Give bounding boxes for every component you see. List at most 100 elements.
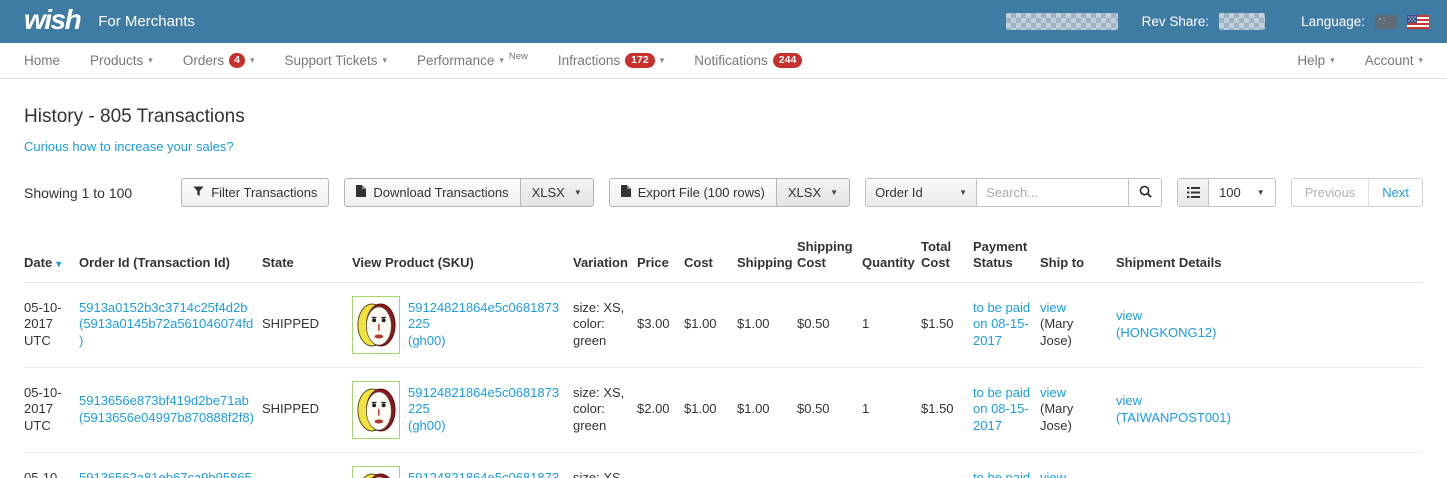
- nav-item-support-tickets[interactable]: Support Tickets▾: [284, 52, 387, 70]
- cell-order-id: 5913a0152b3c3714c25f4d2b (5913a0145b72a5…: [79, 282, 262, 367]
- order-id-link[interactable]: 5913656e873bf419d2be71ab: [79, 393, 254, 410]
- shipment-provider-link[interactable]: (TAIWANPOST001): [1116, 410, 1415, 427]
- filter-icon: [193, 185, 204, 200]
- rev-share-label: Rev Share:: [1142, 14, 1210, 29]
- chevron-down-icon: ▼: [574, 188, 582, 197]
- page-size-select[interactable]: 100 ▼: [1209, 179, 1275, 206]
- nav-item-account[interactable]: Account▾: [1365, 52, 1423, 70]
- cell-ship-to: view (Mary Jose): [1040, 452, 1116, 478]
- usa-flag-icon[interactable]: [1407, 15, 1429, 29]
- main-nav: HomeProducts▾Orders4▾Support Tickets▾Per…: [0, 43, 1447, 79]
- transaction-id-link[interactable]: (5913a0145b72a561046074fd): [79, 316, 254, 349]
- cell-price: $3.00: [637, 282, 684, 367]
- product-thumbnail[interactable]: [352, 296, 400, 354]
- ship-to-name: (Mary Jose): [1040, 401, 1108, 434]
- column-header[interactable]: Date▾: [24, 235, 79, 282]
- transaction-id-link[interactable]: (5913656e04997b870888f2f8): [79, 410, 254, 427]
- order-id-link[interactable]: 5913a0152b3c3714c25f4d2b: [79, 300, 254, 317]
- search-field-select[interactable]: Order Id ▼: [865, 178, 977, 207]
- next-page-button[interactable]: Next: [1368, 179, 1422, 206]
- payment-status-link[interactable]: to be paid on 08-15-2017: [973, 385, 1030, 433]
- product-thumbnail[interactable]: [352, 466, 400, 478]
- shipment-view-link[interactable]: view: [1116, 308, 1415, 325]
- ship-to-view-link[interactable]: view: [1040, 385, 1108, 402]
- cell-shipment-details: view (TAIWANUSAPI): [1116, 452, 1423, 478]
- previous-page-button[interactable]: Previous: [1292, 179, 1369, 206]
- order-id-link[interactable]: 59136562a81eb67ca9b95865: [79, 470, 254, 478]
- chevron-down-icon: ▾: [1418, 55, 1423, 66]
- column-header: Ship to: [1040, 235, 1116, 282]
- cell-cost: $1.00: [684, 452, 737, 478]
- transactions-table: Date▾Order Id (Transaction Id)StateView …: [24, 235, 1423, 478]
- topbar-right: Rev Share: Language:: [1006, 13, 1429, 30]
- chevron-down-icon: ▾: [499, 55, 504, 66]
- download-group: Download Transactions XLSX ▼: [344, 178, 593, 207]
- file-icon: [621, 185, 631, 200]
- top-bar: wish For Merchants Rev Share: Language:: [0, 0, 1447, 43]
- cell-shipping: $1.00: [737, 282, 797, 367]
- increase-sales-link[interactable]: Curious how to increase your sales?: [24, 139, 234, 154]
- sku-link[interactable]: 59124821864e5c0681873225: [408, 470, 565, 478]
- chevron-down-icon: ▾: [250, 55, 255, 66]
- export-button-label: Export File (100 rows): [638, 185, 765, 200]
- nav-item-infractions[interactable]: Infractions172▾: [558, 52, 664, 70]
- payment-status-link[interactable]: to be paid on 08-15-2017: [973, 300, 1030, 348]
- cell-quantity: 1: [862, 282, 921, 367]
- cell-cost: $1.00: [684, 367, 737, 452]
- showing-count: Showing 1 to 100: [24, 185, 132, 201]
- sku-variant-link[interactable]: (gh00): [408, 418, 565, 435]
- page-size-group: 100 ▼: [1177, 178, 1276, 207]
- nav-left: HomeProducts▾Orders4▾Support Tickets▾Per…: [24, 52, 832, 70]
- notification-badge: 4: [229, 53, 245, 69]
- download-format-select[interactable]: XLSX ▼: [521, 178, 594, 207]
- chevron-down-icon: ▼: [959, 188, 967, 197]
- column-header: Payment Status: [973, 235, 1040, 282]
- notification-badge: 244: [773, 53, 803, 69]
- nav-item-label: Products: [90, 52, 143, 70]
- transactions-body: 05-10-2017 UTC 5913a0152b3c3714c25f4d2b …: [24, 282, 1423, 478]
- cell-variation: size: XS, color: green: [573, 282, 637, 367]
- product-thumbnail[interactable]: [352, 381, 400, 439]
- nav-item-home[interactable]: Home: [24, 52, 60, 70]
- cell-quantity: 1: [862, 367, 921, 452]
- nav-item-products[interactable]: Products▾: [90, 52, 153, 70]
- sku-variant-link[interactable]: (gh00): [408, 333, 565, 350]
- nav-item-orders[interactable]: Orders4▾: [183, 52, 255, 70]
- language-label: Language:: [1301, 14, 1365, 29]
- china-flag-icon[interactable]: [1375, 15, 1397, 29]
- cell-order-id: 59136562a81eb67ca9b95865 (5913656263772d…: [79, 452, 262, 478]
- column-header: Quantity: [862, 235, 921, 282]
- shipment-view-link[interactable]: view: [1116, 393, 1415, 410]
- export-file-button[interactable]: Export File (100 rows): [609, 178, 777, 207]
- column-header: Total Cost: [921, 235, 973, 282]
- cell-shipping-cost: $0.50: [797, 367, 862, 452]
- sku-link[interactable]: 59124821864e5c0681873225: [408, 300, 565, 333]
- cell-variation: size: XS, color: green: [573, 452, 637, 478]
- cell-price: $2.00: [637, 367, 684, 452]
- payment-status-link[interactable]: to be paid on 08-15-2017: [973, 470, 1030, 478]
- nav-item-label: Notifications: [694, 52, 768, 70]
- wish-logo[interactable]: wish: [24, 6, 80, 34]
- cell-state: SHIPPED: [262, 452, 352, 478]
- search-input[interactable]: [977, 178, 1129, 207]
- download-button-label: Download Transactions: [373, 185, 508, 200]
- export-format-select[interactable]: XLSX ▼: [777, 178, 850, 207]
- nav-item-help[interactable]: Help▾: [1297, 52, 1334, 70]
- cell-product: 59124821864e5c0681873225 (gh00): [352, 452, 573, 478]
- search-button[interactable]: [1129, 178, 1162, 207]
- shipment-provider-link[interactable]: (HONGKONG12): [1116, 325, 1415, 342]
- ship-to-view-link[interactable]: view: [1040, 300, 1108, 317]
- download-transactions-button[interactable]: Download Transactions: [344, 178, 520, 207]
- sku-link[interactable]: 59124821864e5c0681873225: [408, 385, 565, 418]
- cell-shipping-cost: $0.50: [797, 282, 862, 367]
- chevron-down-icon: ▾: [383, 55, 388, 66]
- cell-product: 59124821864e5c0681873225 (gh00): [352, 367, 573, 452]
- list-icon[interactable]: [1178, 179, 1209, 206]
- cell-price: $2.00: [637, 452, 684, 478]
- table-row: 05-10-2017 UTC 5913656e873bf419d2be71ab …: [24, 367, 1423, 452]
- filter-transactions-button[interactable]: Filter Transactions: [181, 178, 329, 207]
- nav-item-label: Help: [1297, 52, 1325, 70]
- nav-item-performance[interactable]: Performance▾New: [417, 52, 528, 70]
- ship-to-view-link[interactable]: view: [1040, 470, 1108, 478]
- nav-item-notifications[interactable]: Notifications 244: [694, 52, 802, 70]
